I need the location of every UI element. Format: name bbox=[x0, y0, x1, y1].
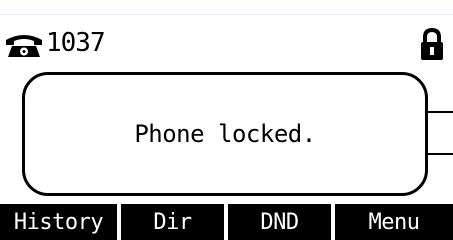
softkey-history[interactable]: History bbox=[0, 204, 117, 240]
softkey-dnd[interactable]: DND bbox=[228, 204, 331, 240]
lock-icon bbox=[421, 28, 443, 60]
softkey-menu[interactable]: Menu bbox=[335, 204, 453, 240]
message-text: Phone locked. bbox=[134, 120, 316, 148]
softkey-bar: History Dir DND Menu bbox=[0, 204, 453, 240]
top-strip bbox=[0, 0, 453, 15]
phone-icon bbox=[6, 35, 42, 57]
softkey-dir[interactable]: Dir bbox=[121, 204, 224, 240]
message-box: Phone locked. bbox=[22, 72, 428, 196]
phone-screen: 1037 Phone locked. History Dir DND Menu bbox=[0, 0, 453, 240]
line-key-markers bbox=[428, 111, 453, 155]
account-number: 1037 bbox=[46, 28, 106, 58]
